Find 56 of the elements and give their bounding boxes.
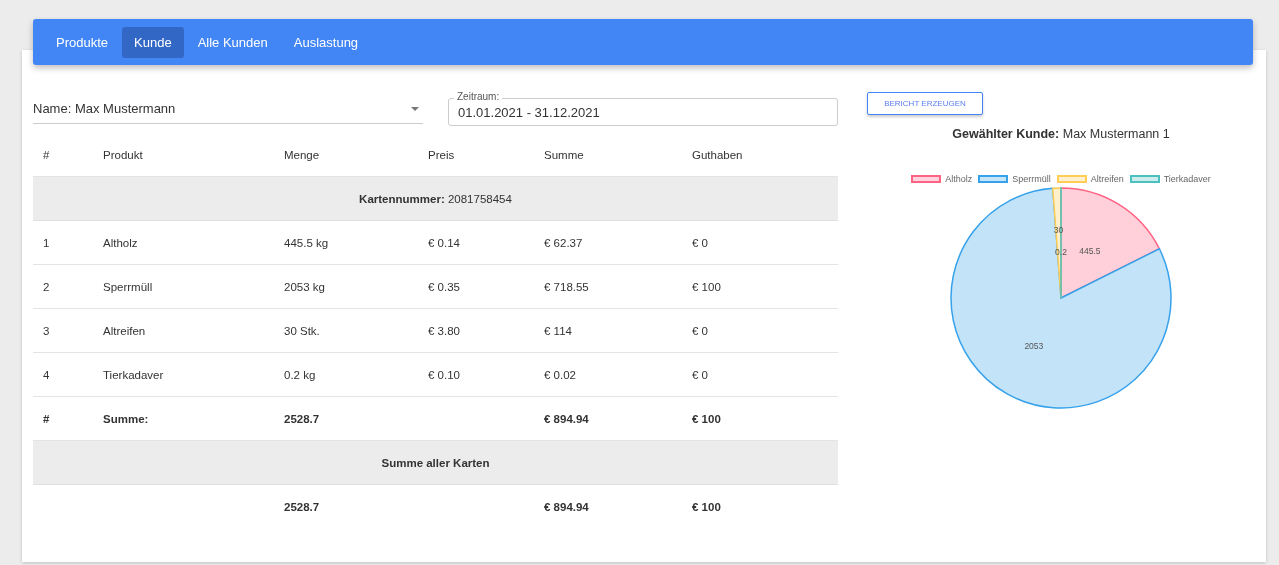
field-label: Zeitraum:	[454, 91, 503, 103]
group-header: Summe aller Karten	[381, 456, 490, 469]
legend-label[interactable]: Altholz	[945, 174, 973, 184]
table-cell-text: € 0	[691, 236, 709, 249]
legend-label[interactable]: Tierkadaver	[1163, 174, 1211, 184]
column-header: #	[42, 149, 51, 161]
table-cell-text: € 100	[691, 500, 722, 513]
table-cell-text: 3	[42, 324, 51, 337]
column-header: Menge	[283, 149, 321, 161]
column-header: Preis	[427, 149, 456, 161]
table-cell-text: 2	[42, 280, 51, 293]
table-cell-text: € 0.14	[427, 236, 461, 249]
table-cell-text: Altholz	[102, 236, 139, 249]
dropdown-caret-icon	[411, 106, 419, 111]
chart-title: Gewählter Kunde: Max Mustermann 1	[952, 127, 1170, 141]
column-header: Guthaben	[691, 149, 744, 161]
nav-tab[interactable]: Kunde	[122, 26, 184, 58]
table-cell-text: € 114	[543, 324, 573, 337]
table-cell-text: Altreifen	[102, 324, 147, 337]
table-cell-text: € 62.37	[543, 236, 584, 249]
customer-select[interactable]: Name: Max Mustermann	[33, 94, 423, 124]
table-cell-text: Sperrmüll	[102, 280, 154, 293]
table-cell-text: € 0	[691, 368, 709, 381]
table-cell-text: € 100	[691, 412, 722, 425]
table-cell-text: € 894.94	[543, 500, 590, 513]
table-cell-text: € 100	[691, 280, 722, 293]
table-cell-text: 0.2 kg	[283, 368, 317, 381]
legend-label[interactable]: Altreifen	[1090, 174, 1124, 184]
table-cell-text: € 0	[691, 324, 709, 337]
column-header: Summe	[543, 149, 585, 161]
table-cell-text: 445.5 kg	[283, 236, 330, 249]
table-cell-text: Summe:	[102, 412, 150, 425]
column-header: Produkt	[102, 149, 144, 161]
nav-tab[interactable]: Auslastung	[281, 26, 371, 58]
table-cell-text: 4	[42, 368, 51, 381]
table-cell-text: € 0.35	[427, 280, 461, 293]
table-cell-text: € 0.10	[427, 368, 461, 381]
table-cell-text: 2528.7	[283, 412, 321, 425]
table-cell-text: 1	[42, 236, 51, 249]
table-cell-text: € 0.02	[543, 368, 577, 381]
legend-label[interactable]: Sperrmüll	[1012, 174, 1051, 184]
report-button[interactable]: BERICHT ERZEUGEN	[867, 92, 983, 115]
table-cell-text: 30 Stk.	[283, 324, 321, 337]
table-cell-text: Tierkadaver	[102, 368, 165, 381]
group-header: Kartennummer: 2081758454	[359, 192, 512, 205]
slice-value-label: 2053	[1024, 340, 1044, 351]
table-cell-text: 2053 kg	[283, 280, 326, 293]
table-cell-text: € 894.94	[543, 412, 590, 425]
nav-tab[interactable]: Alle Kunden	[185, 26, 280, 58]
table-cell-text: € 718.55	[543, 280, 590, 293]
slice-value-label: 445.5	[1079, 246, 1101, 257]
table-cell-text: € 3.80	[427, 324, 461, 337]
period-field[interactable]: Zeitraum: 01.01.2021 - 31.12.2021	[448, 91, 838, 126]
nav-tab[interactable]: Produkte	[44, 26, 121, 58]
table-cell-text: #	[42, 412, 51, 425]
table-cell-text: 2528.7	[283, 500, 321, 513]
